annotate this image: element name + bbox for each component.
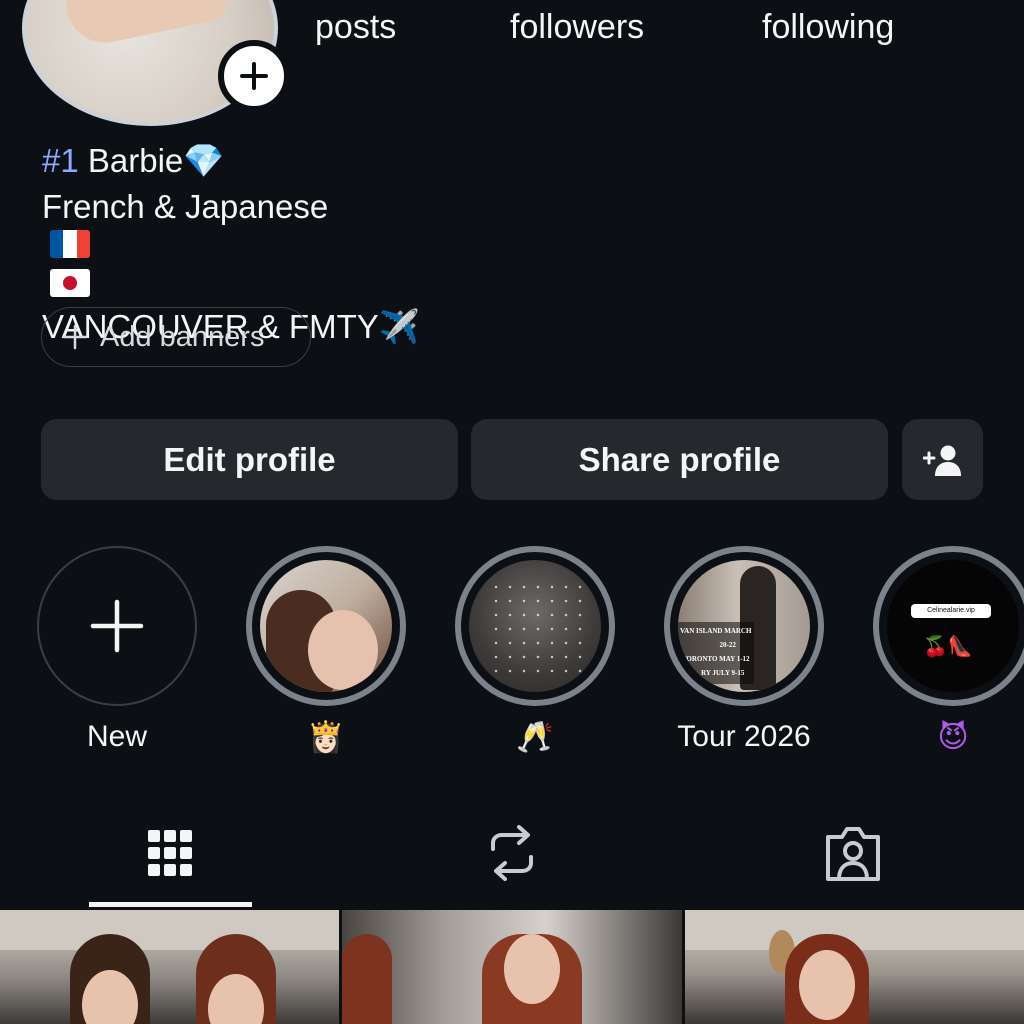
post-thumbnail[interactable] bbox=[342, 910, 682, 1024]
discover-people-button[interactable] bbox=[902, 419, 983, 500]
link-pill-text: Celinealarie.vip bbox=[927, 607, 975, 614]
new-highlight-circle[interactable] bbox=[37, 546, 197, 706]
followers-label[interactable]: followers bbox=[510, 8, 644, 47]
highlight-cover-image: VAN ISLAND MARCH 20-22 TORONTO MAY 1-12 … bbox=[678, 560, 810, 692]
add-banners-label: Add banners bbox=[100, 320, 265, 353]
japan-flag-icon bbox=[50, 269, 90, 298]
highlight-label: 🥂 bbox=[516, 720, 554, 755]
highlight-cover[interactable]: VAN ISLAND MARCH 20-22 TORONTO MAY 1-12 … bbox=[664, 546, 824, 706]
highlight-cover-image bbox=[469, 560, 601, 692]
france-flag-icon bbox=[50, 230, 90, 258]
highlight-cover[interactable] bbox=[455, 546, 615, 706]
post-face bbox=[798, 950, 855, 1020]
following-label[interactable]: following bbox=[762, 8, 894, 47]
add-story-button[interactable] bbox=[218, 40, 290, 112]
highlight-label: New bbox=[86, 720, 147, 753]
highlight-item[interactable]: 👸🏻 bbox=[244, 546, 408, 755]
highlight-cover-image bbox=[260, 560, 392, 692]
highlight-label: 😈 bbox=[937, 720, 969, 755]
cover-emoji: 🍒👠 bbox=[923, 634, 973, 658]
post-ceiling bbox=[0, 910, 340, 950]
posts-label[interactable]: posts bbox=[315, 8, 396, 47]
highlight-item[interactable]: VAN ISLAND MARCH 20-22 TORONTO MAY 1-12 … bbox=[662, 546, 826, 754]
bio-line2-text: French & Japanese bbox=[42, 188, 329, 225]
highlight-item[interactable]: Celinealarie.vip 🍒👠 😈 bbox=[871, 546, 1024, 755]
bio-line-1: #1 Barbie💎 bbox=[42, 138, 420, 184]
highlight-item[interactable]: 🥂 bbox=[453, 546, 617, 755]
share-profile-button[interactable]: Share profile bbox=[471, 419, 888, 500]
highlight-cover-image: Celinealarie.vip 🍒👠 bbox=[887, 560, 1019, 692]
plus-icon bbox=[90, 599, 144, 653]
tab-tagged[interactable] bbox=[813, 818, 893, 888]
tab-posts-grid[interactable] bbox=[130, 818, 210, 888]
link-pill: Celinealarie.vip bbox=[911, 604, 991, 618]
post-face bbox=[504, 934, 561, 1004]
gem-emoji: 💎 bbox=[183, 141, 225, 180]
bio-line1-text: Barbie bbox=[78, 142, 184, 179]
add-person-icon bbox=[922, 445, 961, 476]
highlight-cover[interactable] bbox=[246, 546, 406, 706]
plus-icon bbox=[62, 324, 88, 350]
profile-avatar[interactable] bbox=[22, 0, 290, 126]
posts-grid bbox=[0, 910, 1024, 1024]
avatar-photo-figure bbox=[60, 0, 232, 50]
reposts-icon bbox=[491, 825, 533, 881]
highlight-cover[interactable]: Celinealarie.vip 🍒👠 bbox=[873, 546, 1024, 706]
tagged-icon bbox=[826, 827, 880, 881]
plus-icon bbox=[240, 62, 268, 90]
post-thumbnail[interactable] bbox=[684, 910, 1024, 1024]
share-profile-label: Share profile bbox=[578, 440, 781, 478]
tour-cover-text: TORONTO MAY 1-12 bbox=[681, 655, 750, 663]
bio-hashtag[interactable]: #1 bbox=[42, 142, 79, 179]
add-banners-button[interactable]: Add banners bbox=[41, 307, 311, 367]
grid-icon bbox=[148, 830, 192, 876]
post-thumbnail[interactable] bbox=[0, 910, 340, 1024]
highlight-new[interactable]: New bbox=[35, 546, 199, 754]
tour-cover-text: VAN ISLAND MARCH bbox=[680, 627, 752, 635]
edit-profile-button[interactable]: Edit profile bbox=[41, 419, 458, 500]
post-figure bbox=[342, 934, 393, 1024]
tour-cover-text: RY JULY 9-15 bbox=[701, 669, 745, 677]
bio-line-2: French & Japanese bbox=[42, 184, 420, 304]
highlight-label: 👸🏻 bbox=[307, 720, 345, 755]
tour-cover-text: 20-22 bbox=[719, 641, 736, 649]
active-tab-indicator bbox=[89, 902, 252, 907]
highlight-label: Tour 2026 bbox=[677, 720, 811, 753]
edit-profile-label: Edit profile bbox=[163, 440, 336, 478]
airplane-emoji: ✈️ bbox=[378, 307, 420, 346]
tab-reposts[interactable] bbox=[472, 818, 552, 888]
